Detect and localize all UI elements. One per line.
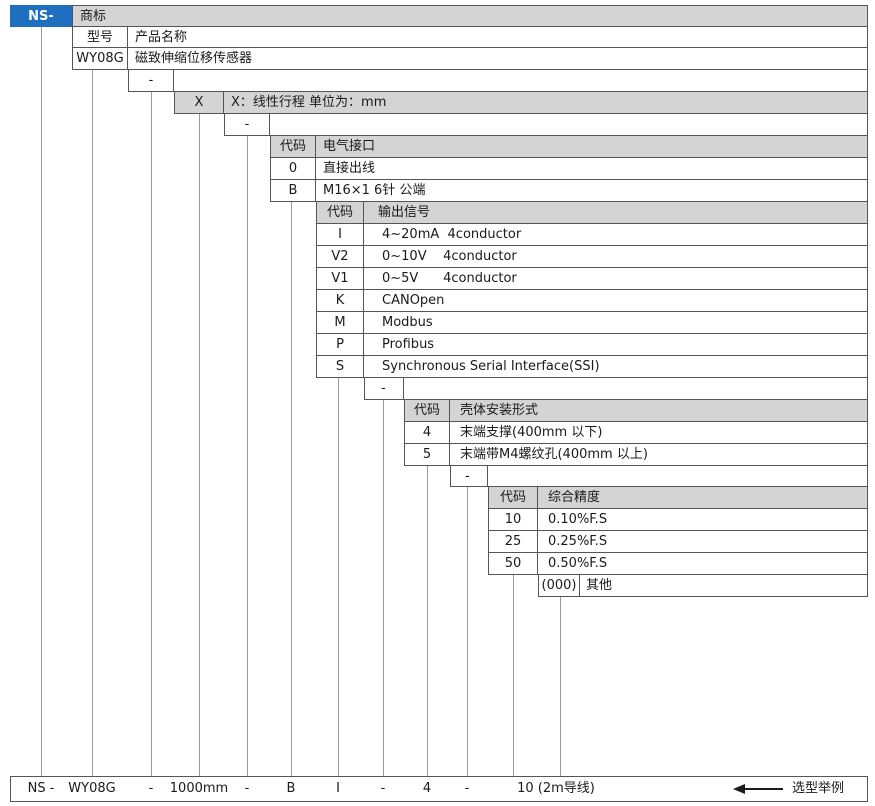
guide-line — [291, 202, 292, 776]
accuracy-label: 其他 — [580, 575, 868, 597]
accuracy-header-label: 综合精度 — [538, 487, 868, 509]
separator-dash: - — [364, 378, 404, 400]
mounting-label: 末端支撑(400mm 以下) — [450, 422, 868, 444]
electrical-header-code: 代码 — [270, 136, 316, 158]
row-border — [488, 466, 868, 487]
example-item: I — [336, 781, 340, 796]
accuracy-label: 0.10%F.S — [538, 509, 868, 531]
electrical-label: 直接出线 — [316, 158, 868, 180]
example-item: NS - — [27, 781, 55, 796]
accuracy-label: 0.25%F.S — [538, 531, 868, 553]
electrical-header-label: 电气接口 — [316, 136, 868, 158]
output-code: S — [316, 356, 364, 378]
separator-dash: - — [128, 70, 174, 92]
guide-line — [199, 114, 200, 776]
separator-dash: - — [450, 466, 488, 487]
product-name-label: 产品名称 — [128, 27, 868, 48]
output-code: M — [316, 312, 364, 334]
output-code: P — [316, 334, 364, 356]
example-item: WY08G — [68, 781, 116, 796]
accuracy-header-code: 代码 — [488, 487, 538, 509]
output-label: Profibus — [364, 334, 868, 356]
output-label: CANOpen — [364, 290, 868, 312]
example-item: - — [464, 781, 470, 796]
row-border — [174, 70, 868, 92]
output-label: 0~10V 4conductor — [364, 246, 868, 268]
guide-line — [338, 378, 339, 776]
accuracy-code: 25 — [488, 531, 538, 553]
product-name: 磁致伸缩位移传感器 — [128, 48, 868, 70]
mounting-code: 5 — [404, 444, 450, 466]
output-label: 0~5V 4conductor — [364, 268, 868, 290]
model-code: WY08G — [72, 48, 128, 70]
example-item: - — [148, 781, 154, 796]
brand-label: 商标 — [72, 5, 868, 27]
output-label: Synchronous Serial Interface(SSI) — [364, 356, 868, 378]
accuracy-code: (000) — [538, 575, 580, 597]
output-label: 4~20mA 4conductor — [364, 224, 868, 246]
guide-line — [247, 136, 248, 776]
guide-line — [513, 575, 514, 776]
output-header-code: 代码 — [316, 202, 364, 224]
example-item: 4 — [422, 781, 432, 796]
stroke-description: X：线性行程 单位为：mm — [224, 92, 868, 114]
mounting-label: 末端带M4螺纹孔(400mm 以上) — [450, 444, 868, 466]
brand-prefix-logo: NS- — [10, 5, 72, 27]
guide-line — [560, 597, 561, 776]
guide-line — [151, 92, 152, 776]
output-code: V2 — [316, 246, 364, 268]
electrical-label: M16×1 6针 公端 — [316, 180, 868, 202]
guide-line — [92, 70, 93, 776]
row-border — [270, 114, 868, 136]
electrical-code: B — [270, 180, 316, 202]
example-label: 选型举例 — [792, 781, 845, 796]
output-code: V1 — [316, 268, 364, 290]
output-header-label: 输出信号 — [364, 202, 868, 224]
example-item: - — [380, 781, 386, 796]
accuracy-code: 50 — [488, 553, 538, 575]
model-label: 型号 — [72, 27, 128, 48]
output-code: K — [316, 290, 364, 312]
guide-line — [383, 400, 384, 776]
example-item: 1000mm — [169, 781, 229, 796]
example-item: B — [286, 781, 296, 796]
guide-line — [41, 27, 42, 776]
guide-line — [467, 487, 468, 776]
accuracy-label: 0.50%F.S — [538, 553, 868, 575]
example-item: 10 (2m导线) — [517, 781, 595, 796]
mounting-header-code: 代码 — [404, 400, 450, 422]
example-item: - — [244, 781, 250, 796]
output-code: I — [316, 224, 364, 246]
output-label: Modbus — [364, 312, 868, 334]
accuracy-code: 10 — [488, 509, 538, 531]
separator-dash: - — [224, 114, 270, 136]
mounting-header-label: 壳体安装形式 — [450, 400, 868, 422]
guide-line — [427, 466, 428, 776]
electrical-code: 0 — [270, 158, 316, 180]
row-border — [404, 378, 868, 400]
arrow-left-icon — [733, 784, 783, 794]
mounting-code: 4 — [404, 422, 450, 444]
stroke-code: X — [174, 92, 224, 114]
